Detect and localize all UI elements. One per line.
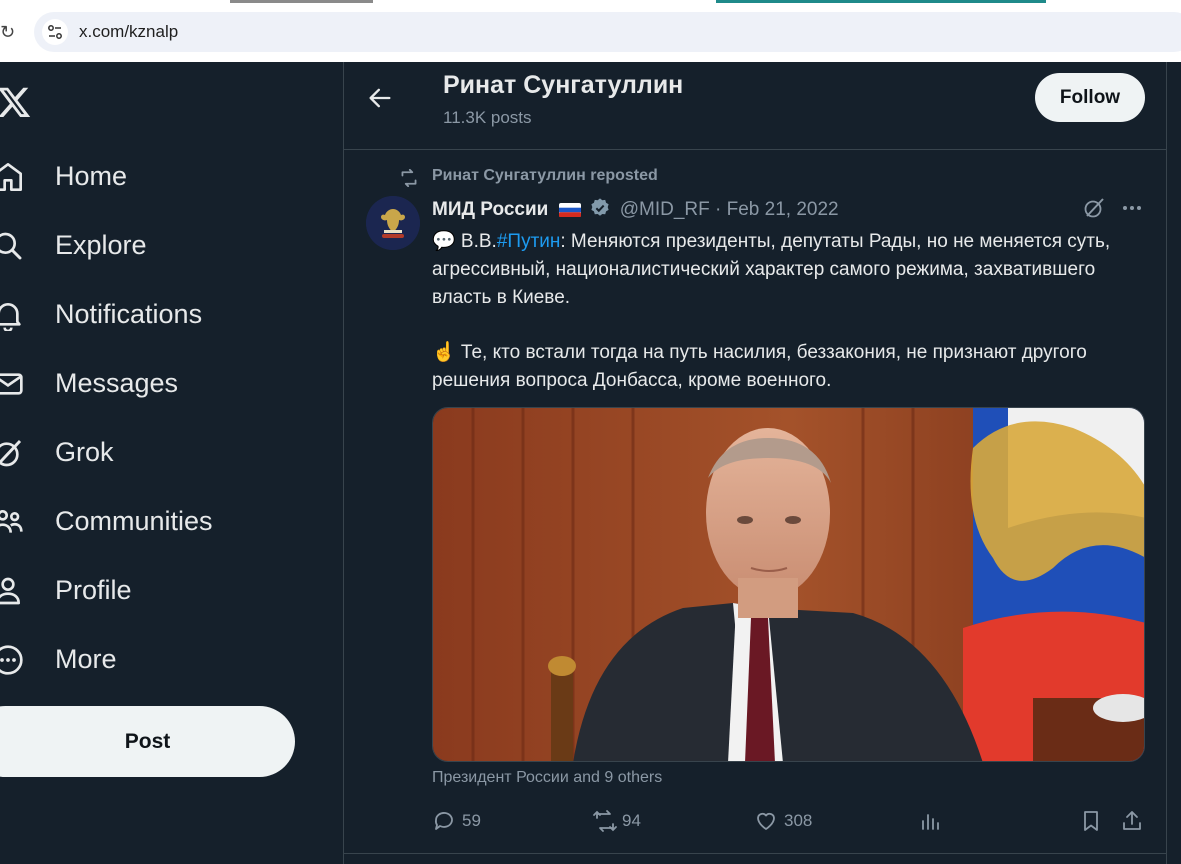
more-circle-icon [0,644,24,676]
sidebar-item-label: Grok [55,437,114,467]
home-icon [0,161,24,193]
search-icon [0,230,24,262]
bell-icon [0,299,24,333]
analytics-icon [922,814,939,830]
tweet-text: 💬 В.В.#Путин: Меняются президенты, депут… [432,228,1152,395]
communities-icon [0,506,24,538]
avatar[interactable] [366,196,420,250]
sidebar-item-label: Home [55,161,128,191]
tweet-image[interactable] [432,407,1145,762]
url-text[interactable]: x.com/kznalp [79,22,178,42]
share-icon [1123,811,1141,830]
sidebar-item-communities[interactable]: Communities [0,496,330,546]
like-count: 308 [784,811,813,830]
envelope-icon [0,368,24,400]
x-logo-icon[interactable] [0,84,32,120]
tagged-users[interactable]: Президент России and 9 others [432,769,662,787]
reply-icon [434,812,453,830]
sidebar-item-label: Notifications [55,299,203,329]
tweet-actions: 59 94 308 [432,808,1152,834]
follow-button[interactable]: Follow [1035,73,1145,122]
repost-icon [401,169,417,187]
tweet-author-row: МИД России @MID_RF · Feb 21, 2022 [432,197,839,221]
profile-header: Ринат Сунгатуллин 11.3K posts Follow [344,62,1166,150]
repost-icon [593,810,617,832]
sidebar-item-label: Profile [55,575,132,605]
repost-count: 94 [622,811,641,830]
address-bar[interactable]: x.com/kznalp [34,12,1181,52]
sidebar-item-home[interactable]: Home [0,151,330,201]
sidebar-item-grok[interactable]: Grok [0,427,330,477]
author-name[interactable]: МИД России [432,199,548,220]
sidebar-nav: Home Explore Notifications Messages Grok… [0,62,343,864]
post-count: 11.3K posts [443,108,532,127]
verified-badge-icon [591,198,609,216]
main-column: Ринат Сунгатуллин 11.3K posts Follow Рин… [343,62,1167,864]
grok-icon [0,437,24,469]
sidebar-item-label: More [55,644,117,674]
tab-indicator [230,0,373,3]
post-button[interactable]: Post [0,706,295,777]
browser-toolbar: ↻ x.com/kznalp [0,0,1181,62]
tweet[interactable]: Ринат Сунгатуллин reposted МИД России @M… [344,154,1166,854]
sidebar-item-messages[interactable]: Messages [0,358,330,408]
sidebar-item-profile[interactable]: Profile [0,565,330,615]
site-info-icon[interactable] [42,19,68,45]
profile-name: Ринат Сунгатуллин [443,71,684,99]
back-arrow-icon[interactable] [366,84,394,112]
person-icon [0,575,24,607]
tweet-paragraph: ☝️ Те, кто встали тогда на путь насилия,… [432,342,1087,391]
sidebar-item-explore[interactable]: Explore [0,220,330,270]
sidebar-item-label: Explore [55,230,147,260]
grok-icon[interactable] [1082,196,1106,220]
sidebar-item-more[interactable]: More [0,634,330,684]
sidebar-item-label: Communities [55,506,213,536]
sidebar-item-notifications[interactable]: Notifications [0,289,330,339]
more-options-icon[interactable] [1120,196,1144,220]
handle-and-date[interactable]: @MID_RF · Feb 21, 2022 [620,199,839,220]
tweet-paragraph: 💬 В.В.#Путин: Меняются президенты, депут… [432,228,1152,312]
tab-indicator-active [716,0,1046,3]
hashtag-link[interactable]: #Путин [497,231,561,252]
tweet-text-prefix: 💬 В.В. [432,231,497,252]
reload-icon[interactable]: ↻ [0,18,20,46]
repost-text[interactable]: Ринат Сунгатуллин reposted [432,167,658,185]
sidebar-item-label: Messages [55,368,179,398]
russian-flag-icon [558,203,581,217]
heart-icon [757,812,775,830]
bookmark-icon [1084,811,1098,831]
reply-count: 59 [462,811,481,830]
